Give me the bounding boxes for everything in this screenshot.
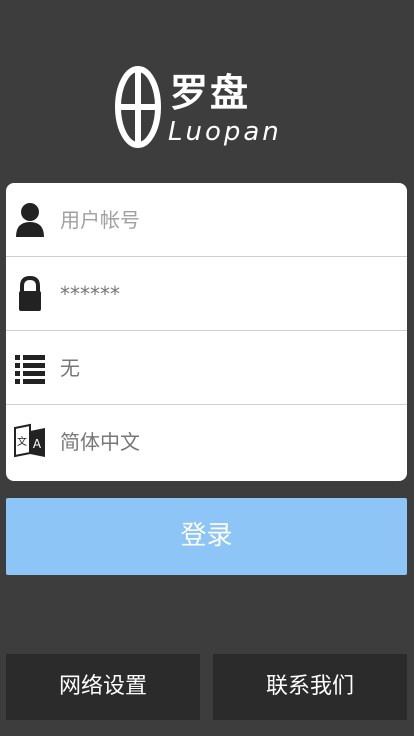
logo-english-text: Luopan xyxy=(168,117,282,147)
contact-us-button[interactable]: 联系我们 xyxy=(213,654,407,720)
language-select[interactable]: 简体中文 xyxy=(60,405,140,479)
login-form: 用户帐号 ****** 无 A 文 简体中文 xyxy=(6,183,407,481)
svg-text:文: 文 xyxy=(17,435,27,448)
translate-icon: A 文 xyxy=(14,423,45,458)
user-icon xyxy=(16,203,44,237)
app-logo: 罗盘 Luopan xyxy=(113,63,303,151)
compass-logo-icon xyxy=(115,66,161,148)
logo-chinese-text: 罗盘 xyxy=(170,71,251,115)
username-row[interactable]: 用户帐号 xyxy=(6,183,407,257)
password-row[interactable]: ****** xyxy=(6,257,407,331)
server-select[interactable]: 无 xyxy=(60,331,80,405)
language-row[interactable]: A 文 简体中文 xyxy=(6,405,407,479)
network-settings-button[interactable]: 网络设置 xyxy=(6,654,200,720)
server-row[interactable]: 无 xyxy=(6,331,407,405)
lock-icon xyxy=(19,275,41,311)
password-input[interactable]: ****** xyxy=(60,257,120,331)
list-icon xyxy=(15,355,45,384)
svg-text:A: A xyxy=(33,437,42,451)
login-button[interactable]: 登录 xyxy=(6,498,407,575)
username-input[interactable]: 用户帐号 xyxy=(60,183,140,257)
